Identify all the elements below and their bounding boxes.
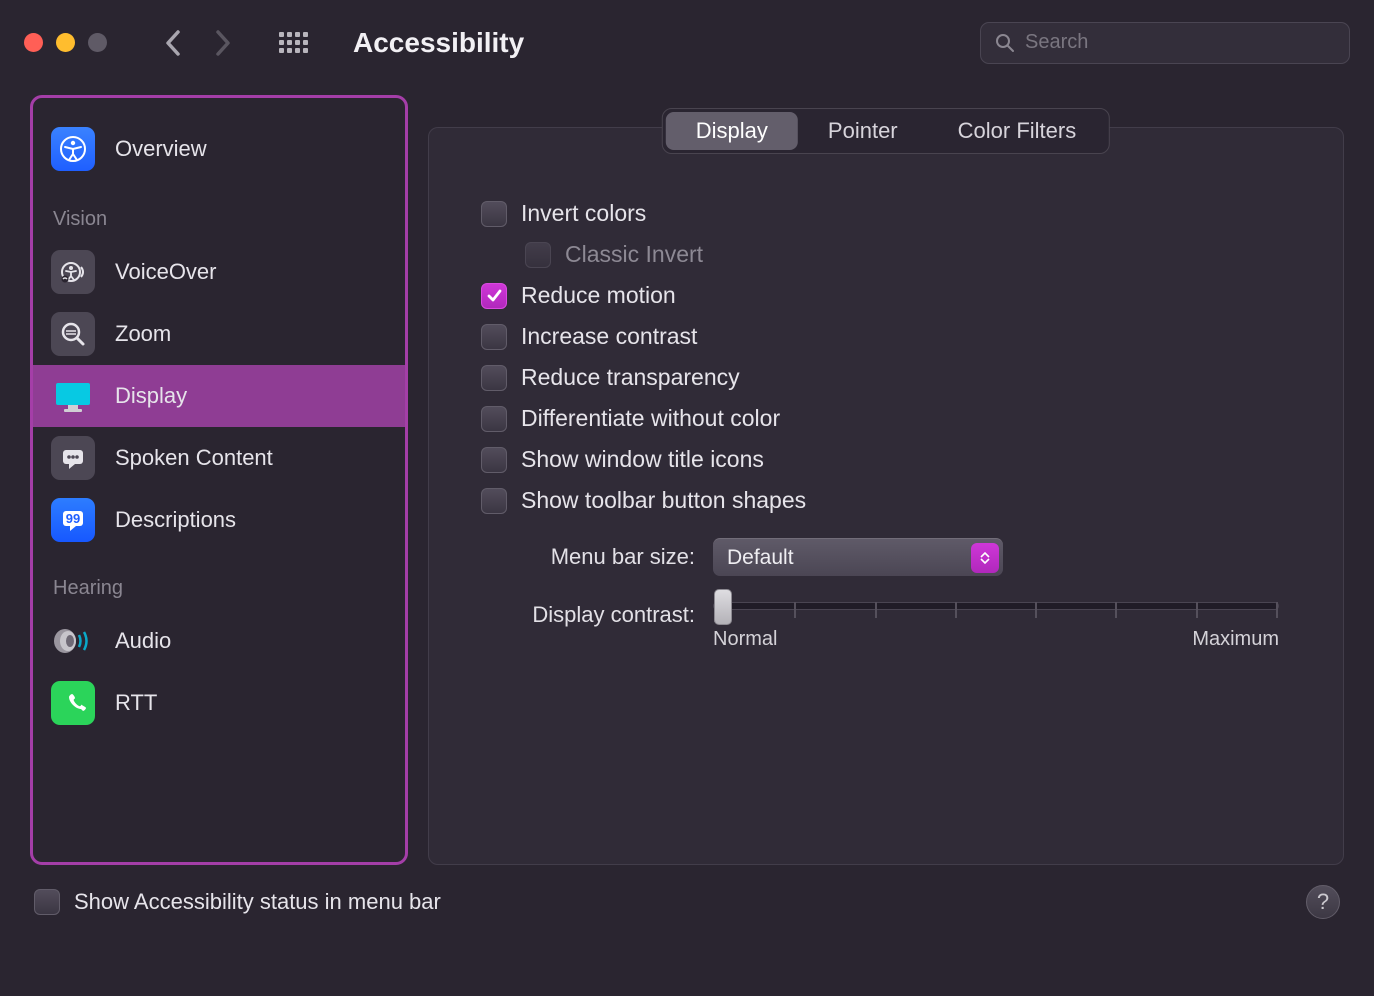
display-icon [51, 374, 95, 418]
sidebar-item-voiceover[interactable]: VoiceOver [33, 241, 405, 303]
display-settings-panel: Display Pointer Color Filters Invert col… [428, 127, 1344, 865]
reduce-transparency-checkbox[interactable] [481, 365, 507, 391]
sidebar-item-overview[interactable]: Overview [33, 116, 405, 182]
sidebar-item-zoom[interactable]: Zoom [33, 303, 405, 365]
classic-invert-row: Classic Invert [481, 241, 1319, 268]
toolbar: Accessibility [0, 0, 1374, 85]
toolbar-shapes-checkbox[interactable] [481, 488, 507, 514]
tab-pointer[interactable]: Pointer [798, 112, 928, 150]
minimize-window-button[interactable] [56, 33, 75, 52]
increase-contrast-label: Increase contrast [521, 323, 697, 350]
display-contrast-row: Display contrast: Normal Maximum [481, 602, 1319, 651]
slider-thumb[interactable] [714, 589, 732, 625]
slider-min-label: Normal [713, 628, 777, 651]
window-controls [24, 33, 107, 52]
reduce-motion-checkbox[interactable] [481, 283, 507, 309]
accessibility-icon [51, 127, 95, 171]
diff-without-color-checkbox[interactable] [481, 406, 507, 432]
audio-icon [51, 619, 95, 663]
sidebar-section-hearing: Hearing [33, 551, 405, 610]
increase-contrast-checkbox[interactable] [481, 324, 507, 350]
status-menu-bar-label: Show Accessibility status in menu bar [74, 889, 441, 915]
zoom-icon [51, 312, 95, 356]
search-icon [995, 33, 1015, 53]
sidebar-section-vision: Vision [33, 182, 405, 241]
close-window-button[interactable] [24, 33, 43, 52]
rtt-icon [51, 681, 95, 725]
diff-without-color-row: Differentiate without color [481, 405, 1319, 432]
chevron-up-down-icon [971, 543, 999, 573]
window-title: Accessibility [353, 27, 962, 59]
reduce-transparency-row: Reduce transparency [481, 364, 1319, 391]
sidebar-item-audio[interactable]: Audio [33, 610, 405, 672]
sidebar-item-label: Overview [115, 136, 207, 162]
sidebar-item-label: Display [115, 383, 187, 409]
navigation-arrows [165, 29, 231, 57]
svg-text:99: 99 [66, 511, 80, 526]
footer: Show Accessibility status in menu bar ? [0, 865, 1374, 939]
help-button[interactable]: ? [1306, 885, 1340, 919]
sidebar-item-label: Zoom [115, 321, 171, 347]
sidebar-item-spoken-content[interactable]: Spoken Content [33, 427, 405, 489]
forward-button[interactable] [215, 29, 231, 57]
sidebar-item-label: Spoken Content [115, 445, 273, 471]
voiceover-icon [51, 250, 95, 294]
reduce-motion-label: Reduce motion [521, 282, 676, 309]
reduce-transparency-label: Reduce transparency [521, 364, 740, 391]
toolbar-shapes-row: Show toolbar button shapes [481, 487, 1319, 514]
tab-color-filters[interactable]: Color Filters [928, 112, 1107, 150]
classic-invert-label: Classic Invert [565, 241, 703, 268]
window-title-icons-label: Show window title icons [521, 446, 764, 473]
diff-without-color-label: Differentiate without color [521, 405, 780, 432]
search-field[interactable] [980, 22, 1350, 64]
invert-colors-row: Invert colors [481, 200, 1319, 227]
display-contrast-label: Display contrast: [515, 602, 695, 628]
invert-colors-checkbox[interactable] [481, 201, 507, 227]
window-title-icons-checkbox[interactable] [481, 447, 507, 473]
show-all-button[interactable] [279, 32, 309, 53]
sidebar: Overview Vision VoiceOver Zoom Display [30, 95, 408, 865]
reduce-motion-row: Reduce motion [481, 282, 1319, 309]
toolbar-shapes-label: Show toolbar button shapes [521, 487, 806, 514]
spoken-content-icon [51, 436, 95, 480]
sidebar-item-label: VoiceOver [115, 259, 217, 285]
descriptions-icon: 99 [51, 498, 95, 542]
increase-contrast-row: Increase contrast [481, 323, 1319, 350]
search-input[interactable] [1025, 31, 1335, 54]
sidebar-item-descriptions[interactable]: 99 Descriptions [33, 489, 405, 551]
menu-bar-size-popup[interactable]: Default [713, 538, 1003, 576]
display-contrast-slider[interactable] [713, 602, 1279, 610]
tab-display[interactable]: Display [666, 112, 798, 150]
back-button[interactable] [165, 29, 181, 57]
sidebar-item-rtt[interactable]: RTT [33, 672, 405, 734]
zoom-window-button[interactable] [88, 33, 107, 52]
status-menu-bar-checkbox[interactable] [34, 889, 60, 915]
slider-max-label: Maximum [1192, 628, 1279, 651]
sidebar-item-label: RTT [115, 690, 157, 716]
menu-bar-size-label: Menu bar size: [515, 544, 695, 570]
status-menu-bar-row: Show Accessibility status in menu bar [34, 889, 441, 915]
classic-invert-checkbox [525, 242, 551, 268]
sidebar-item-display[interactable]: Display [33, 365, 405, 427]
sidebar-item-label: Descriptions [115, 507, 236, 533]
menu-bar-size-value: Default [727, 546, 794, 570]
window-title-icons-row: Show window title icons [481, 446, 1319, 473]
sidebar-item-label: Audio [115, 628, 171, 654]
menu-bar-size-row: Menu bar size: Default [481, 538, 1319, 576]
invert-colors-label: Invert colors [521, 200, 646, 227]
tab-bar: Display Pointer Color Filters [662, 108, 1110, 154]
